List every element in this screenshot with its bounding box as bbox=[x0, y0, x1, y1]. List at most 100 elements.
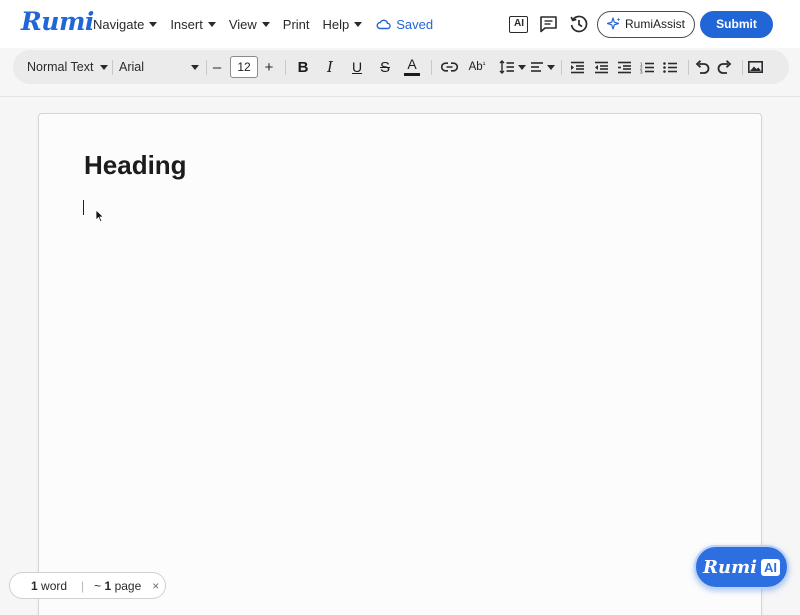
indent-button[interactable] bbox=[590, 50, 612, 84]
menu-print[interactable]: Print bbox=[283, 17, 310, 32]
numbered-list-icon: 1 2 3 bbox=[640, 61, 654, 74]
rumi-logo[interactable]: Rumi bbox=[21, 7, 94, 36]
font-size-input[interactable] bbox=[230, 56, 258, 78]
caret-down-icon bbox=[207, 21, 216, 27]
close-icon[interactable]: × bbox=[152, 579, 159, 593]
menu-insert-label: Insert bbox=[170, 16, 203, 32]
undo-icon bbox=[695, 60, 709, 74]
rumiassist-label: RumiAssist bbox=[624, 17, 685, 31]
toolbar-divider bbox=[742, 60, 743, 75]
underline-button[interactable]: U bbox=[347, 50, 367, 84]
strikethrough-button[interactable]: S bbox=[375, 50, 395, 84]
toolbar-divider bbox=[561, 60, 562, 75]
link-icon bbox=[440, 62, 458, 72]
menu-navigate-label: Navigate bbox=[93, 16, 145, 32]
word-count-separator: | bbox=[81, 578, 85, 593]
toolbar-divider bbox=[688, 60, 689, 75]
word-count: 1 word bbox=[31, 579, 67, 593]
header-actions: AI RumiAssist Submit bbox=[507, 0, 800, 48]
menu-help[interactable]: Help bbox=[323, 17, 363, 32]
increase-font-size-button[interactable]: + bbox=[261, 50, 277, 84]
outdent-icon bbox=[570, 61, 584, 73]
align-left-icon bbox=[530, 62, 543, 72]
rumiassist-button[interactable]: RumiAssist bbox=[596, 10, 695, 38]
image-icon bbox=[747, 61, 763, 73]
caret-down-icon bbox=[191, 64, 199, 70]
paragraph-style-value: Normal Text bbox=[27, 60, 94, 74]
bullet-list-button[interactable] bbox=[659, 50, 681, 84]
sparkle-icon bbox=[606, 17, 621, 30]
caret-down-icon bbox=[517, 64, 526, 70]
toolbar-divider bbox=[112, 60, 113, 75]
ai-button[interactable]: AI bbox=[507, 12, 531, 36]
page-count: ~ 1 page bbox=[94, 579, 141, 593]
caret-down-icon bbox=[261, 21, 270, 27]
decrease-font-size-button[interactable]: – bbox=[209, 50, 225, 84]
line-spacing-icon bbox=[499, 60, 514, 74]
spellcheck-icon: Ab bbox=[468, 61, 483, 73]
mouse-pointer-icon bbox=[95, 209, 105, 223]
text-color-button[interactable]: A bbox=[402, 50, 422, 84]
page-count-number: 1 bbox=[104, 578, 112, 593]
plus-icon: + bbox=[264, 58, 274, 76]
comments-button[interactable] bbox=[537, 12, 561, 36]
menu-view[interactable]: View bbox=[229, 17, 270, 32]
history-button[interactable] bbox=[567, 12, 591, 36]
comment-icon bbox=[540, 16, 558, 33]
outdent-button[interactable] bbox=[566, 50, 588, 84]
bold-button[interactable]: B bbox=[293, 50, 313, 84]
spellcheck-button[interactable]: Ab ¹ bbox=[466, 50, 488, 84]
menu-insert[interactable]: Insert bbox=[170, 17, 216, 32]
rumi-ai-logo: Rumi bbox=[703, 556, 757, 578]
font-size-field[interactable] bbox=[229, 50, 259, 84]
caret-down-icon bbox=[149, 21, 158, 27]
ai-icon: AI bbox=[509, 15, 529, 33]
rumi-ai-badge: AI bbox=[760, 558, 780, 576]
redo-button[interactable] bbox=[713, 50, 735, 84]
align-button[interactable] bbox=[528, 50, 556, 84]
decrease-indent-button[interactable] bbox=[613, 50, 635, 84]
menu-help-label: Help bbox=[322, 16, 350, 32]
paragraph-style-select[interactable]: Normal Text bbox=[27, 50, 109, 84]
indent-icon bbox=[594, 61, 608, 73]
word-count-pill: 1 word | ~ 1 page × bbox=[9, 572, 166, 599]
minus-icon: – bbox=[212, 58, 222, 76]
undo-button[interactable] bbox=[691, 50, 713, 84]
cloud-check-icon bbox=[376, 19, 392, 30]
toolbar-divider bbox=[206, 60, 207, 75]
toolbar-divider bbox=[431, 60, 432, 75]
svg-text:3: 3 bbox=[640, 69, 643, 74]
top-menubar: Rumi Navigate Insert View Print Help Sav… bbox=[0, 0, 800, 48]
document-heading[interactable]: Heading bbox=[84, 150, 187, 181]
numbered-list-button[interactable]: 1 2 3 bbox=[636, 50, 658, 84]
document-page[interactable]: Heading bbox=[38, 113, 762, 615]
caret-down-icon bbox=[100, 64, 109, 70]
page-count-prefix: ~ bbox=[94, 578, 102, 593]
menu-navigate[interactable]: Navigate bbox=[93, 16, 158, 32]
link-button[interactable] bbox=[438, 50, 460, 84]
insert-image-button[interactable] bbox=[744, 50, 766, 84]
italic-button[interactable]: I bbox=[320, 50, 340, 84]
bullet-list-icon bbox=[662, 61, 677, 73]
spellcheck-mark-icon: ¹ bbox=[482, 59, 486, 69]
saved-status: Saved bbox=[376, 17, 433, 32]
word-count-label: word bbox=[41, 578, 68, 593]
font-family-value: Arial bbox=[119, 60, 145, 74]
formatting-toolbar: Normal Text Arial – + B I U S A Ab¹ bbox=[13, 50, 789, 84]
history-icon bbox=[570, 15, 588, 33]
redo-icon bbox=[717, 60, 731, 74]
page-count-label: page bbox=[114, 578, 142, 593]
font-family-select[interactable]: Arial bbox=[119, 50, 199, 84]
decrease-indent-icon bbox=[617, 61, 631, 73]
bold-icon: B bbox=[297, 58, 309, 76]
text-color-icon: A bbox=[407, 56, 417, 72]
main-menu: Navigate Insert View Print Help Saved bbox=[93, 0, 433, 48]
line-spacing-button[interactable] bbox=[498, 50, 526, 84]
rumi-ai-button[interactable]: Rumi AI bbox=[694, 545, 789, 589]
italic-icon: I bbox=[327, 58, 333, 76]
menu-print-label: Print bbox=[282, 16, 310, 32]
menu-view-label: View bbox=[228, 16, 257, 32]
caret-down-icon bbox=[354, 21, 363, 27]
strikethrough-icon: S bbox=[379, 58, 390, 76]
submit-button[interactable]: Submit bbox=[700, 10, 773, 38]
